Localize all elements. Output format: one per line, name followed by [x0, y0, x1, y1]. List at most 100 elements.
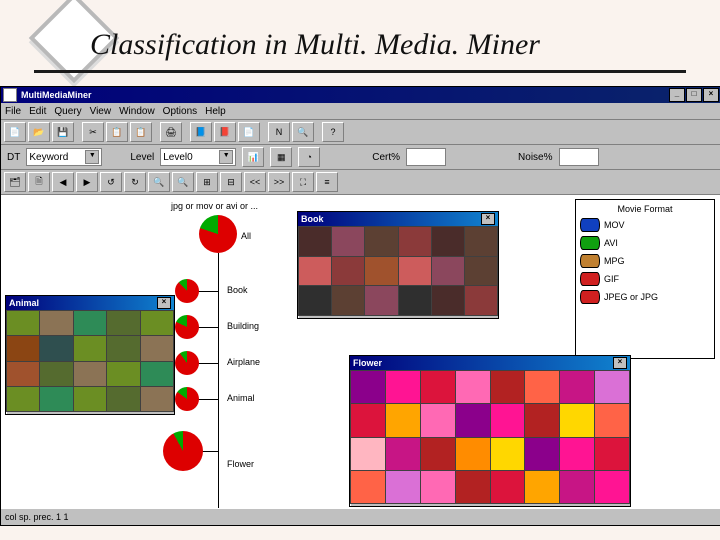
- book-panel[interactable]: Book ×: [297, 211, 499, 319]
- node-airplane[interactable]: Airplane: [227, 357, 260, 367]
- sub-toolbar: 🗂 🗎 ◀ ▶ ↺ ↻ 🔍 🔍 ⊞ ⊟ << >> ⛶ ≡: [1, 170, 720, 195]
- close-icon[interactable]: ×: [157, 297, 171, 309]
- open-icon[interactable]: 📂: [28, 122, 50, 142]
- tool-btn-prev[interactable]: ◀: [52, 172, 74, 192]
- main-toolbar: 📄 📂 💾 ✂ 📋 📋 🖨 📘 📕 📄 N 🔍 ?: [1, 120, 720, 145]
- tree-root-label: jpg or mov or avi or ...: [171, 201, 258, 211]
- tool-btn-last[interactable]: >>: [268, 172, 290, 192]
- noise-label: Noise%: [518, 152, 552, 163]
- format-legend: Movie Format MOV AVI MPG GIF JPEG or JPG: [575, 199, 715, 359]
- cyl-jpg-icon: [580, 290, 600, 304]
- menu-help[interactable]: Help: [205, 106, 226, 117]
- level-dropdown[interactable]: Level0▼: [160, 148, 236, 166]
- close-button[interactable]: ×: [703, 88, 719, 102]
- search-icon[interactable]: 🔍: [292, 122, 314, 142]
- help-icon[interactable]: ?: [322, 122, 344, 142]
- app-window: MultiMediaMiner _ □ × File Edit Query Vi…: [0, 86, 720, 526]
- tool-btn-first[interactable]: <<: [244, 172, 266, 192]
- level-label: Level: [130, 152, 154, 163]
- window-title: MultiMediaMiner: [21, 90, 92, 100]
- cyl-mpg-icon: [580, 254, 600, 268]
- node-book[interactable]: Book: [227, 285, 248, 295]
- animal-grid: [6, 310, 174, 412]
- tool-btn-zoomout[interactable]: 🔍: [172, 172, 194, 192]
- menu-query[interactable]: Query: [54, 106, 81, 117]
- tool-btn-1[interactable]: 🗎: [28, 172, 50, 192]
- cyl-mov-icon: [580, 218, 600, 232]
- slide-title: Classification in Multi. Media. Miner: [90, 28, 540, 62]
- options-bar: DT Keyword▼ Level Level0▼ 📊 ▦ ◔ Cert% No…: [1, 145, 720, 170]
- title-underline: [34, 70, 686, 73]
- flower-panel[interactable]: Flower ×: [349, 355, 631, 507]
- cyl-avi-icon: [580, 236, 600, 250]
- tool-btn-redo[interactable]: ↻: [124, 172, 146, 192]
- legend-jpg: JPEG or JPG: [604, 292, 658, 302]
- cert-input[interactable]: [406, 148, 446, 166]
- save-icon[interactable]: 💾: [52, 122, 74, 142]
- tool-btn-full[interactable]: ⛶: [292, 172, 314, 192]
- tool-btn-zoomin[interactable]: 🔍: [148, 172, 170, 192]
- status-bar: col sp. prec. 1 1: [1, 508, 720, 525]
- window-titlebar[interactable]: MultiMediaMiner _ □ ×: [1, 87, 720, 103]
- book-red-icon[interactable]: 📕: [214, 122, 236, 142]
- minimize-button[interactable]: _: [669, 88, 685, 102]
- paste-icon[interactable]: 📋: [130, 122, 152, 142]
- new-icon[interactable]: 📄: [4, 122, 26, 142]
- print-icon[interactable]: 🖨: [160, 122, 182, 142]
- legend-mpg: MPG: [604, 256, 625, 266]
- grid-icon[interactable]: ▦: [270, 147, 292, 167]
- pie-building[interactable]: [175, 315, 199, 339]
- node-all[interactable]: All: [241, 231, 251, 241]
- tool-btn-undo[interactable]: ↺: [100, 172, 122, 192]
- menu-view[interactable]: View: [90, 106, 112, 117]
- app-icon: [3, 88, 17, 102]
- status-left: col sp. prec. 1 1: [5, 512, 69, 522]
- tool-btn-next[interactable]: ▶: [76, 172, 98, 192]
- chevron-down-icon: ▼: [219, 150, 233, 164]
- dt-dropdown[interactable]: Keyword▼: [26, 148, 102, 166]
- pie-book[interactable]: [175, 279, 199, 303]
- menu-file[interactable]: File: [5, 106, 21, 117]
- tool-btn-0[interactable]: 🗂: [4, 172, 26, 192]
- tool-btn-expand[interactable]: ⊞: [196, 172, 218, 192]
- cert-label: Cert%: [372, 152, 400, 163]
- flower-grid: [350, 370, 630, 504]
- legend-mov: MOV: [604, 220, 625, 230]
- chevron-down-icon: ▼: [85, 150, 99, 164]
- book-blue-icon[interactable]: 📘: [190, 122, 212, 142]
- book-panel-title: Book: [301, 214, 324, 224]
- tree-canvas[interactable]: jpg or mov or avi or ... All Book Buildi…: [1, 195, 720, 515]
- n-icon[interactable]: N: [268, 122, 290, 142]
- dt-label: DT: [7, 152, 20, 163]
- tool-btn-collapse[interactable]: ⊟: [220, 172, 242, 192]
- tree-trunk: [218, 253, 219, 513]
- menu-window[interactable]: Window: [119, 106, 155, 117]
- menu-edit[interactable]: Edit: [29, 106, 46, 117]
- pie-airplane[interactable]: [175, 351, 199, 375]
- legend-avi: AVI: [604, 238, 618, 248]
- pie-root[interactable]: [199, 215, 237, 253]
- cut-icon[interactable]: ✂: [82, 122, 104, 142]
- menu-options[interactable]: Options: [163, 106, 197, 117]
- menu-bar: File Edit Query View Window Options Help: [1, 103, 720, 120]
- pie-flower[interactable]: [163, 431, 203, 471]
- copy-icon[interactable]: 📋: [106, 122, 128, 142]
- node-building[interactable]: Building: [227, 321, 259, 331]
- cyl-gif-icon: [580, 272, 600, 286]
- tool-btn-list[interactable]: ≡: [316, 172, 338, 192]
- node-animal[interactable]: Animal: [227, 393, 255, 403]
- chart-icon[interactable]: 📊: [242, 147, 264, 167]
- pie-animal[interactable]: [175, 387, 199, 411]
- close-icon[interactable]: ×: [481, 213, 495, 225]
- page-icon[interactable]: 📄: [238, 122, 260, 142]
- flower-panel-title: Flower: [353, 358, 382, 368]
- maximize-button[interactable]: □: [686, 88, 702, 102]
- pie-icon[interactable]: ◔: [298, 147, 320, 167]
- close-icon[interactable]: ×: [613, 357, 627, 369]
- legend-gif: GIF: [604, 274, 619, 284]
- animal-panel[interactable]: Animal ×: [5, 295, 175, 415]
- legend-title: Movie Format: [580, 204, 710, 214]
- node-flower[interactable]: Flower: [227, 459, 254, 469]
- noise-input[interactable]: [559, 148, 599, 166]
- animal-panel-title: Animal: [9, 298, 39, 308]
